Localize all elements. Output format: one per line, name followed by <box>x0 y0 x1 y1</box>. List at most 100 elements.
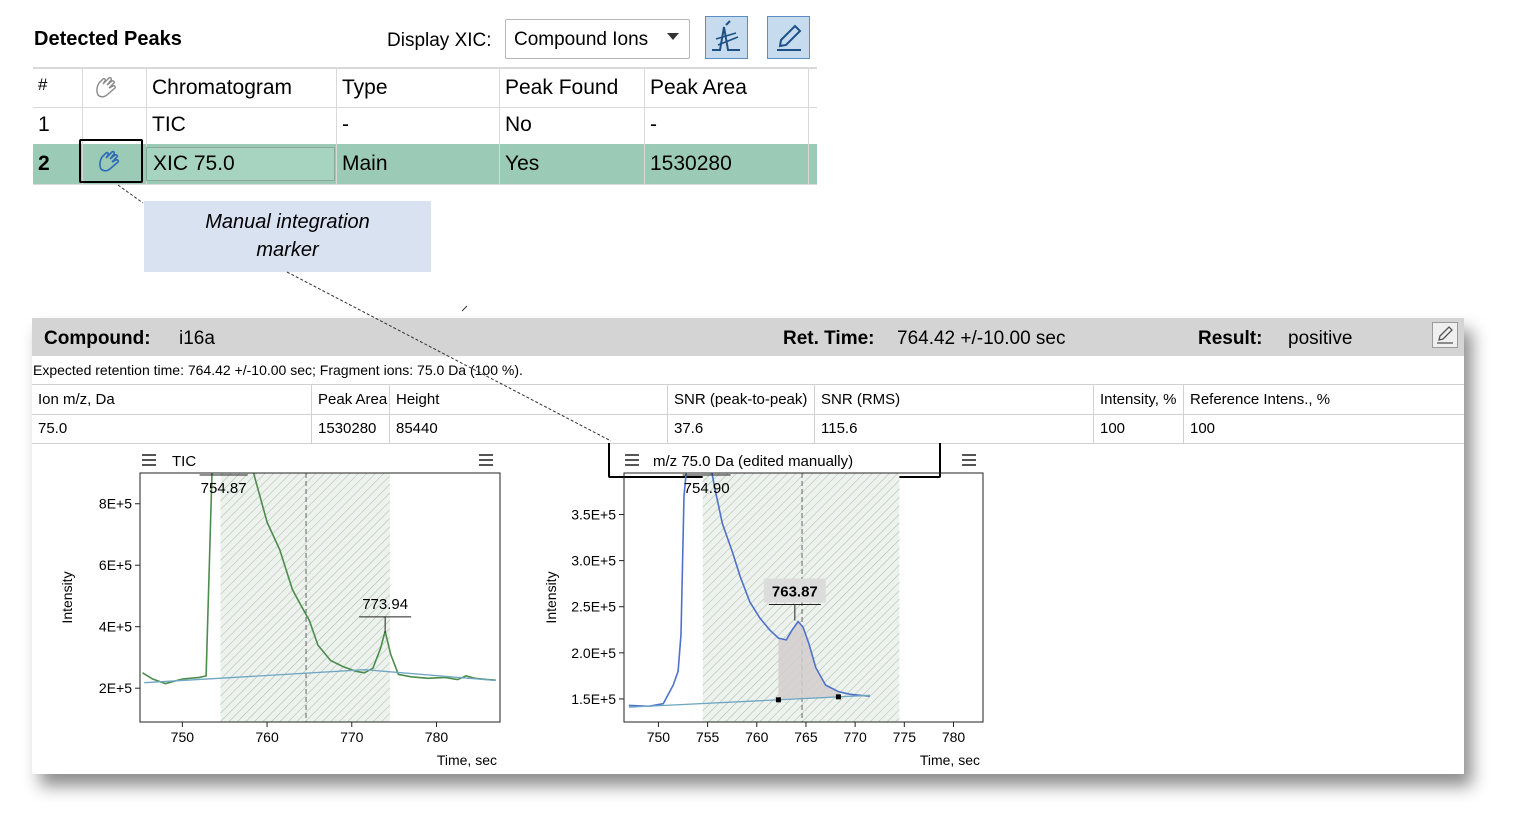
detected-peaks-title: Detected Peaks <box>34 28 182 50</box>
xic-plot-area[interactable]: 750 755 760 765 770 775 780 1.5E+5 2.0E+5 2.5E+5 3… <box>543 443 984 768</box>
tic-x-tick-label: 780 <box>425 729 449 745</box>
tic-x-tick-label: 750 <box>171 729 195 745</box>
edit-button[interactable] <box>767 16 810 59</box>
column-header-intensity[interactable]: Intensity, % <box>1094 385 1184 414</box>
column-header-snr-rms[interactable]: SNR (RMS) <box>815 385 1094 414</box>
chart-menu-icon[interactable] <box>962 454 976 466</box>
compound-value: i16a <box>179 328 215 349</box>
xic-manual-handle-end <box>835 694 841 700</box>
table-header-row: # Chromatogram Type Peak Found Peak Area <box>33 67 817 108</box>
tic-peak-label: 754.87 <box>201 480 247 497</box>
xic-chart: m/z 75.0 Da (edited manually) 750 755 760 7… <box>543 443 984 768</box>
result-value: positive <box>1288 328 1353 349</box>
edit-result-button[interactable] <box>1432 322 1458 348</box>
chart-menu-icon[interactable] <box>142 454 156 466</box>
tic-x-axis-label: Time, sec <box>437 752 497 768</box>
column-header-type[interactable]: Type <box>337 69 500 107</box>
fragment-ions-table: Ion m/z, Da Peak Area Height SNR (peak-t… <box>32 384 1464 444</box>
tic-x-tick-label: 760 <box>255 729 279 745</box>
column-header-number[interactable]: # <box>33 69 83 107</box>
column-header-peak-found[interactable]: Peak Found <box>500 69 645 107</box>
chromatogram-cell: TIC <box>147 105 337 144</box>
xic-x-tick-label: 760 <box>745 729 769 745</box>
display-xic-value: Compound Ions <box>514 29 649 50</box>
tic-y-tick-label: 8E+5 <box>99 496 132 512</box>
peak-area-cell: - <box>645 105 809 144</box>
xic-peak-label: 763.87 <box>772 584 818 601</box>
hand-icon <box>99 150 120 172</box>
intensity-cell: 100 <box>1094 414 1184 443</box>
column-header-chromatogram[interactable]: Chromatogram <box>147 69 337 107</box>
callout-line-2: marker <box>256 239 319 261</box>
table-row[interactable]: 75.0 1530280 85440 37.6 115.6 100 100 <box>32 414 1464 444</box>
row-number: 2 <box>33 144 83 184</box>
tic-peak-label: 773.94 <box>362 596 408 613</box>
tic-y-axis-label: Intensity <box>59 571 75 623</box>
row-number: 1 <box>33 105 83 144</box>
peak-area-cell: 1530280 <box>312 414 390 443</box>
chart-menu-icon[interactable] <box>479 454 493 466</box>
result-header: Compound: i16a Ret. Time: 764.42 +/-10.0… <box>32 318 1464 356</box>
peak-tool-icon <box>712 20 740 51</box>
manual-integration-marker-frame <box>79 139 143 183</box>
xic-x-axis-label: Time, sec <box>920 752 980 768</box>
xic-y-tick-label: 3.5E+5 <box>571 507 616 523</box>
xic-x-tick-label: 750 <box>647 729 671 745</box>
ion-mz-cell: 75.0 <box>32 414 312 443</box>
type-cell: - <box>337 105 500 144</box>
column-header-height[interactable]: Height <box>390 385 668 414</box>
column-header-snr-p2p[interactable]: SNR (peak-to-peak) <box>668 385 815 414</box>
callout-line-1: Manual integration <box>205 211 370 233</box>
tic-x-tick-label: 770 <box>340 729 364 745</box>
xic-x-tick-label: 770 <box>843 729 867 745</box>
xic-manual-handle-start <box>775 697 781 703</box>
callout-box: Manual integration marker <box>144 201 431 272</box>
table-row[interactable]: 1 TIC - No - <box>33 105 817 145</box>
tic-y-tick-label: 6E+5 <box>99 557 132 573</box>
tic-chart-title: TIC <box>172 453 196 470</box>
peak-tool-button[interactable] <box>705 16 748 59</box>
display-xic-select[interactable]: Compound Ions <box>505 19 690 59</box>
xic-y-axis-label: Intensity <box>543 571 559 623</box>
compound-label: Compound: <box>44 328 151 349</box>
tic-plot-area[interactable]: 750 760 770 780 2E+5 4E+5 6E+5 8E+5 Time, sec Int… <box>59 443 501 768</box>
chromatogram-cell-value: XIC 75.0 <box>153 152 235 175</box>
tic-chart: TIC 750 760 770 780 2E+5 4E+5 6E+5 8E+5 Time, se… <box>59 443 501 768</box>
result-panel: Compound: i16a Ret. Time: 764.42 +/-10.0… <box>32 318 1464 774</box>
xic-y-tick-label: 2.0E+5 <box>571 645 616 661</box>
reference-intensity-cell: 100 <box>1190 420 1216 437</box>
tic-y-tick-label: 4E+5 <box>99 619 132 635</box>
peak-found-cell: No <box>500 105 645 144</box>
column-header-peak-area[interactable]: Peak Area <box>645 69 809 107</box>
peak-found-cell: Yes <box>500 144 645 184</box>
tic-y-tick-label: 2E+5 <box>99 680 132 696</box>
snr-rms-cell: 115.6 <box>815 414 1094 443</box>
edit-pencil-icon <box>777 24 802 51</box>
result-label: Result: <box>1198 328 1263 349</box>
xic-x-tick-label: 780 <box>942 729 966 745</box>
xic-y-tick-label: 1.5E+5 <box>571 691 616 707</box>
xic-y-tick-label: 3.0E+5 <box>571 553 616 569</box>
type-cell: Main <box>337 144 500 184</box>
xic-x-tick-label: 775 <box>893 729 917 745</box>
xic-chart-title: m/z 75.0 Da (edited manually) <box>653 453 853 470</box>
column-header-manual[interactable] <box>83 69 147 107</box>
ret-time-value: 764.42 +/-10.00 sec <box>897 328 1066 349</box>
column-header-reference-intensity[interactable]: Reference Intens., % <box>1184 385 1464 414</box>
ret-time-label: Ret. Time: <box>783 328 875 349</box>
fragment-header-row: Ion m/z, Da Peak Area Height SNR (peak-t… <box>32 385 1464 415</box>
column-header-peak-area[interactable]: Peak Area <box>312 385 390 414</box>
xic-peak-label: 754.90 <box>684 480 730 497</box>
chart-menu-icon[interactable] <box>625 454 639 466</box>
hand-icon <box>96 76 116 98</box>
peak-area-cell: 1530280 <box>645 144 809 184</box>
expected-retention-text: Expected retention time: 764.42 +/-10.00… <box>33 362 523 378</box>
xic-x-tick-label: 755 <box>696 729 720 745</box>
xic-y-tick-label: 2.5E+5 <box>571 599 616 615</box>
column-header-ion-mz[interactable]: Ion m/z, Da <box>32 385 312 414</box>
edit-pencil-icon <box>1437 326 1453 344</box>
xic-x-tick-label: 765 <box>794 729 818 745</box>
chevron-down-icon <box>667 33 679 40</box>
display-xic-label: Display XIC: <box>387 30 492 51</box>
chromatogram-cell-editor[interactable]: XIC 75.0 <box>146 147 335 181</box>
